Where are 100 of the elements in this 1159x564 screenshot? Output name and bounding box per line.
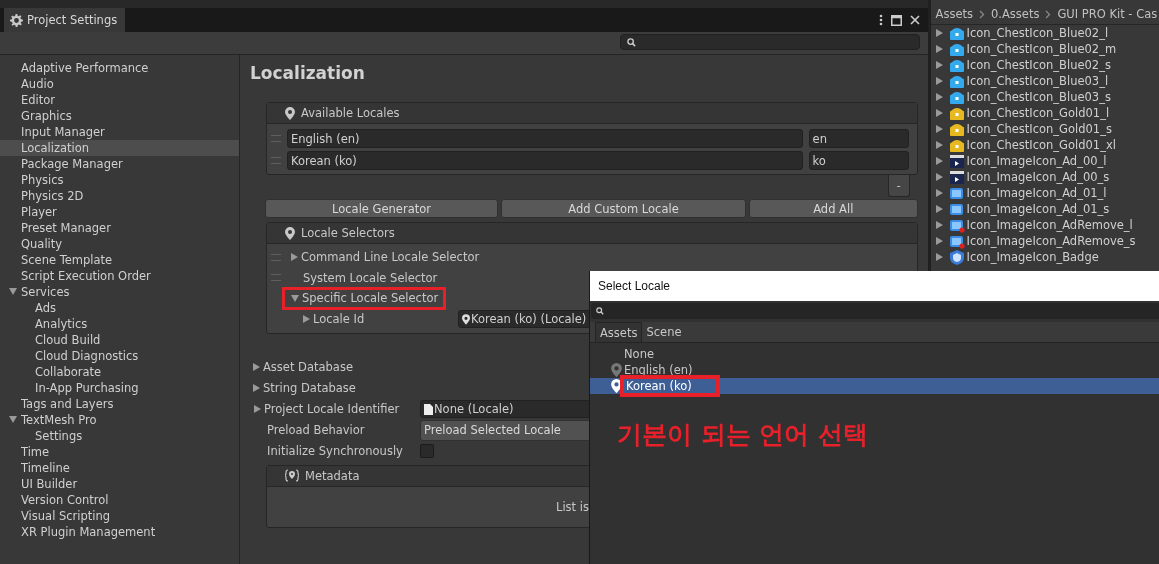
sidebar-item[interactable]: Services <box>0 284 239 300</box>
breadcrumb-link[interactable]: GUI PRO Kit - Cas <box>1057 7 1158 21</box>
sidebar-item[interactable]: Physics 2D <box>0 188 239 204</box>
locale-option[interactable]: None <box>590 346 1159 362</box>
panel-title: Locale Selectors <box>301 226 395 240</box>
sidebar-item[interactable]: Analytics <box>0 316 239 332</box>
asset-name[interactable]: Icon_ImageIcon_Badge <box>966 250 1099 264</box>
location-pin-icon <box>611 363 622 377</box>
locale-option[interactable]: English (en) <box>590 362 1159 378</box>
sidebar-item[interactable]: Cloud Build <box>0 332 239 348</box>
asset-name[interactable]: Icon_ImageIcon_Ad_00_s <box>966 170 1110 184</box>
more-options-icon[interactable] <box>878 14 883 26</box>
asset-name[interactable]: Icon_ChestIcon_Blue02_l <box>966 26 1109 40</box>
sidebar-item[interactable]: Cloud Diagnostics <box>0 348 239 364</box>
asset-name[interactable]: Icon_ImageIcon_Ad_01_s <box>966 202 1110 216</box>
action-button[interactable]: Add All <box>749 199 918 218</box>
asset-name[interactable]: Icon_ImageIcon_Ad_00_l <box>966 154 1107 168</box>
asset-name[interactable]: Icon_ChestIcon_Blue03_s <box>966 90 1111 104</box>
locale-name-field[interactable]: Korean (ko) <box>287 150 803 170</box>
location-pin-icon <box>285 106 295 120</box>
window-tab[interactable]: Project Settings <box>4 8 126 32</box>
drag-handle-icon[interactable] <box>271 156 281 164</box>
location-pin-icon <box>611 379 622 393</box>
sidebar-item[interactable]: Settings <box>0 428 239 444</box>
search-field[interactable] <box>619 34 920 50</box>
selector-foldout[interactable]: Command Line Locale Selector <box>282 245 488 269</box>
sidebar-item[interactable]: Adaptive Performance <box>0 60 239 76</box>
locale-option[interactable]: Korean (ko) <box>590 378 1159 394</box>
sidebar-item[interactable]: Graphics <box>0 108 239 124</box>
sidebar-item[interactable]: Localization <box>0 140 239 156</box>
breadcrumb-link[interactable]: 0.Assets <box>991 7 1040 21</box>
sidebar-item[interactable]: Ads <box>0 300 239 316</box>
checkbox[interactable] <box>420 444 434 458</box>
sidebar-item[interactable]: Editor <box>0 92 239 108</box>
asset-name[interactable]: Icon_ImageIcon_AdRemove_l <box>966 218 1133 232</box>
locale-code-field[interactable]: ko <box>808 150 909 170</box>
empty-list-text: List is <box>556 499 589 514</box>
asset-name[interactable]: Icon_ChestIcon_Blue03_l <box>966 74 1109 88</box>
sidebar-item[interactable]: TextMesh Pro <box>0 412 239 428</box>
maximize-icon[interactable] <box>890 14 902 26</box>
section-foldout[interactable]: Asset Database <box>253 356 353 378</box>
document-icon <box>424 403 433 415</box>
field-label: Initialize Synchronously <box>266 444 404 458</box>
chevron-icon <box>979 9 986 19</box>
drag-handle-icon[interactable] <box>271 253 281 261</box>
asset-name[interactable]: Icon_ChestIcon_Gold01_l <box>966 106 1110 120</box>
popup-title: Select Locale <box>590 271 1159 301</box>
panel-title: Available Locales <box>301 106 400 120</box>
field-label: Preload Behavior <box>266 423 366 437</box>
sidebar-item[interactable]: Visual Scripting <box>0 508 239 524</box>
chevron-icon <box>1045 9 1052 19</box>
drag-handle-icon[interactable] <box>271 134 281 142</box>
sidebar-item[interactable]: Script Execution Order <box>0 268 239 284</box>
selector-foldout[interactable]: Specific Locale Selector <box>282 286 447 310</box>
sidebar-item[interactable]: UI Builder <box>0 476 239 492</box>
sidebar-item[interactable]: Physics <box>0 172 239 188</box>
asset-name[interactable]: Icon_ImageIcon_Ad_01_l <box>966 186 1107 200</box>
sidebar-item[interactable]: Player <box>0 204 239 220</box>
sidebar-item[interactable]: XR Plugin Management <box>0 524 239 540</box>
search-field[interactable] <box>591 303 1159 319</box>
remove-button[interactable]: - <box>887 175 910 197</box>
sidebar-item[interactable]: Collaborate <box>0 364 239 380</box>
breadcrumb-link[interactable]: Assets <box>935 7 974 21</box>
sidebar-item[interactable]: Package Manager <box>0 156 239 172</box>
expand-arrow-icon[interactable] <box>9 288 17 295</box>
locale-code-field[interactable]: en <box>808 128 909 148</box>
page-heading: Localization <box>250 63 366 85</box>
asset-name[interactable]: Icon_ChestIcon_Blue02_s <box>966 58 1111 72</box>
annotation-text: 기본이 되는 언어 선택 <box>617 419 869 451</box>
panel-title: Metadata <box>305 468 360 483</box>
popup-tab[interactable]: Scene <box>642 322 686 342</box>
metadata-icon <box>285 469 299 482</box>
popup-tab[interactable]: Assets <box>595 322 643 342</box>
close-icon[interactable] <box>909 15 920 25</box>
action-button[interactable]: Locale Generator <box>265 199 498 218</box>
sidebar-item[interactable]: Version Control <box>0 492 239 508</box>
sidebar-item[interactable]: In-App Purchasing <box>0 380 239 396</box>
location-pin-icon <box>462 313 470 325</box>
action-button[interactable]: Add Custom Locale <box>501 199 746 218</box>
expand-arrow-icon[interactable] <box>9 416 17 423</box>
field-label: Locale Id <box>267 312 458 326</box>
sidebar-item[interactable]: Input Manager <box>0 124 239 140</box>
sidebar-item[interactable]: Preset Manager <box>0 220 239 236</box>
asset-name[interactable]: Icon_ChestIcon_Gold01_s <box>966 122 1112 136</box>
locale-name-field[interactable]: English (en) <box>287 128 803 148</box>
sidebar-item[interactable]: Scene Template <box>0 252 239 268</box>
gear-icon <box>10 13 23 27</box>
sidebar-item[interactable]: Audio <box>0 76 239 92</box>
asset-name[interactable]: Icon_ImageIcon_AdRemove_s <box>966 234 1136 248</box>
asset-name[interactable]: Icon_ChestIcon_Gold01_xl <box>966 138 1116 152</box>
sidebar-item[interactable]: Time <box>0 444 239 460</box>
sidebar-item[interactable]: Tags and Layers <box>0 396 239 412</box>
asset-name[interactable]: Icon_ChestIcon_Blue02_m <box>966 42 1117 56</box>
sidebar-item[interactable]: Quality <box>0 236 239 252</box>
sidebar-item[interactable]: Timeline <box>0 460 239 476</box>
drag-handle-icon[interactable] <box>271 274 281 282</box>
field-label: Project Locale Identifier <box>254 402 420 416</box>
section-foldout[interactable]: String Database <box>253 377 356 399</box>
search-icon <box>596 307 604 315</box>
search-icon <box>626 37 636 47</box>
